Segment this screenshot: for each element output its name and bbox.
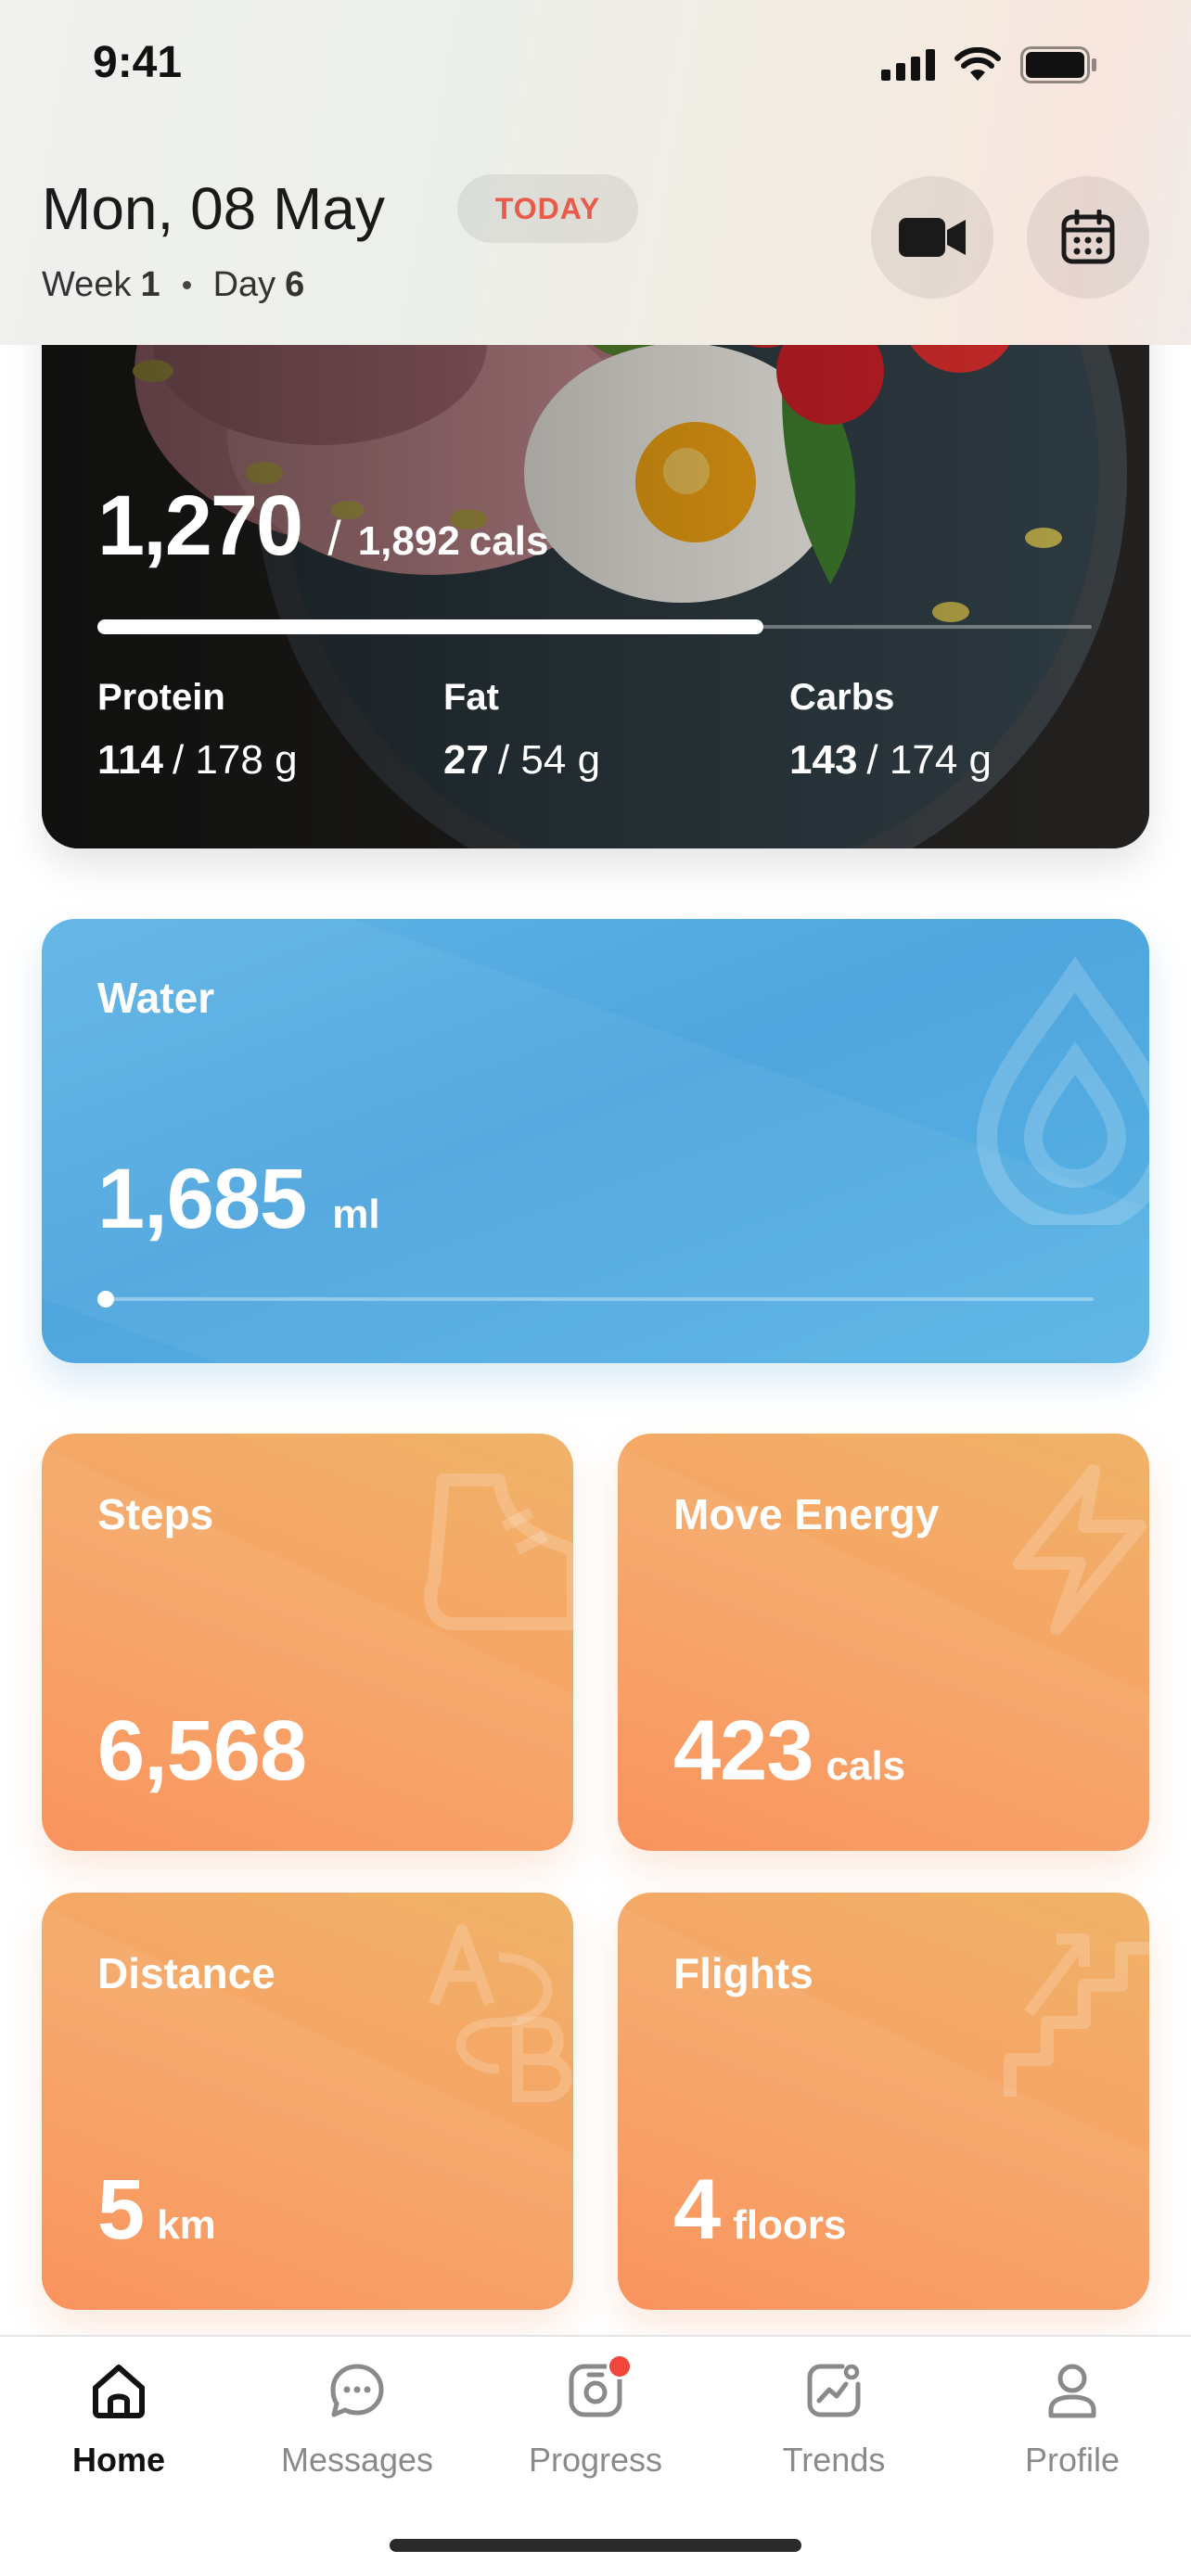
macro-goal: / 54 g [497,737,601,783]
day-label: Day [212,265,276,304]
stat-value-row: 5 km [97,2162,216,2259]
stat-title: Distance [97,1949,275,1997]
move-energy-card[interactable]: Move Energy 423 cals [618,1434,1149,1851]
stat-value-row: 423 cals [673,1702,905,1800]
week-label: Week [42,265,132,304]
calendar-icon [1061,210,1115,264]
stat-value: 5 [97,2162,145,2257]
water-title: Water [97,974,215,1022]
water-unit: ml [332,1192,380,1237]
wifi-icon [954,47,1001,81]
calories-summary: 1,270 / 1,892 cals [97,478,548,575]
stat-value-row: 6,568 [97,1702,319,1800]
day-number: 6 [285,265,305,304]
stat-unit: cals [826,1743,906,1789]
notification-badge [607,2353,633,2379]
water-progress-track [97,1297,1094,1301]
macro-current: 143 [789,737,858,783]
tab-trends[interactable]: Trends [715,2337,953,2522]
week-number: 1 [140,265,160,304]
calories-unit: cals [468,518,549,564]
stat-value-row: 4 floors [673,2162,846,2259]
home-screen: 1,270 / 1,892 cals Protein 114/ 178 g Fa… [0,0,1191,2576]
tab-label: Progress [528,2441,663,2479]
tab-label: Messages [280,2441,434,2479]
calories-goal: 1,892 [357,518,460,564]
water-card[interactable]: Water 1,685 ml [42,919,1149,1363]
calories-consumed: 1,270 [97,478,303,573]
macro-current: 27 [443,737,489,783]
stat-title: Move Energy [673,1490,940,1538]
tab-label: Trends [782,2441,886,2479]
lightning-icon [1013,1464,1146,1635]
stat-value: 4 [673,2162,721,2257]
chat-icon [324,2357,391,2424]
status-time: 9:41 [93,38,183,87]
flights-card[interactable]: Flights 4 floors [618,1893,1149,2310]
calendar-button[interactable] [1027,176,1149,299]
tab-progress[interactable]: Progress [477,2337,714,2522]
macro-current: 114 [97,737,163,783]
calories-separator: / [327,512,341,566]
stat-value: 6,568 [97,1703,307,1798]
video-button[interactable] [871,176,993,299]
separator-dot [182,281,191,289]
macro-protein: Protein 114/ 178 g [97,677,298,784]
tab-profile[interactable]: Profile [954,2337,1191,2522]
header: 9:41 Mon, 08 May TODAY Week 1 Day 6 [0,0,1191,345]
steps-card[interactable]: Steps 6,568 [42,1434,573,1851]
macro-carbs: Carbs 143/ 174 g [789,677,992,784]
shoe-icon [424,1473,573,1630]
water-progress-knob [97,1291,114,1307]
person-icon [1039,2357,1106,2424]
home-indicator[interactable] [390,2539,801,2552]
water-amount: 1,685 ml [97,1151,380,1248]
camera-icon [562,2353,633,2424]
a-to-b-icon [429,1924,572,2102]
tab-home[interactable]: Home [0,2337,237,2522]
stat-value: 423 [673,1703,813,1798]
stat-title: Steps [97,1490,214,1538]
distance-card[interactable]: Distance 5 km [42,1893,573,2310]
tab-label: Home [71,2441,166,2479]
calories-progress-fill [97,619,763,634]
week-day-label: Week 1 Day 6 [42,265,304,305]
macro-goal: / 174 g [866,737,992,783]
macro-fat: Fat 27/ 54 g [443,677,600,784]
stat-title: Flights [673,1949,813,1997]
cellular-signal-icon [881,49,935,81]
stat-unit: floors [733,2202,847,2248]
tab-label: Profile [1024,2441,1121,2479]
water-value: 1,685 [97,1152,307,1246]
macro-label: Protein [97,677,225,718]
video-camera-icon [899,218,966,257]
macro-goal: / 178 g [172,737,298,783]
trends-icon [800,2357,867,2424]
home-icon [85,2357,152,2424]
stat-unit: km [157,2202,216,2248]
today-badge[interactable]: TODAY [457,174,638,243]
battery-icon [1020,46,1096,83]
tab-messages[interactable]: Messages [238,2337,476,2522]
status-icons [881,46,1098,83]
page-title: Mon, 08 May [42,175,385,242]
stairs-icon [1004,1933,1149,2097]
macro-label: Fat [443,677,499,718]
water-drop-icon [976,956,1149,1225]
macro-label: Carbs [789,677,895,718]
